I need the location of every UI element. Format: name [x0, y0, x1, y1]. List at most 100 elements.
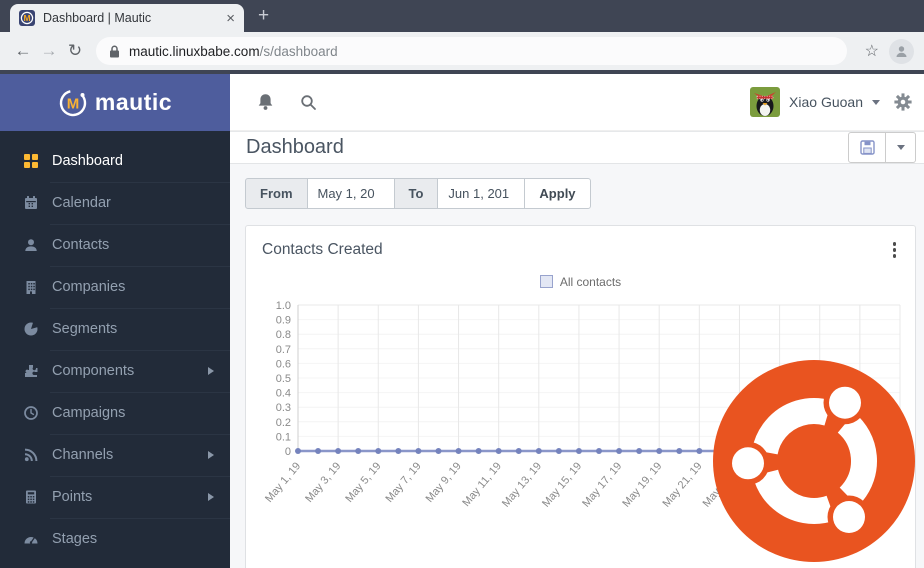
back-icon[interactable]: ← — [10, 41, 36, 61]
svg-text:May 21, 19: May 21, 19 — [660, 460, 704, 509]
sidebar-item-label: Contacts — [52, 237, 110, 253]
search-icon[interactable] — [300, 94, 317, 111]
svg-text:M: M — [67, 95, 80, 112]
svg-text:0: 0 — [285, 446, 291, 458]
save-floppy-icon — [859, 140, 875, 155]
svg-text:May 9, 19: May 9, 19 — [424, 460, 464, 505]
svg-text:May 7, 19: May 7, 19 — [383, 460, 423, 505]
date-to-input[interactable] — [437, 178, 526, 209]
calendar-icon — [24, 195, 40, 211]
user-name: Xiao Guoan — [789, 94, 863, 110]
sidebar-item-segments[interactable]: Segments — [0, 308, 230, 350]
submenu-chevron-icon — [208, 493, 214, 501]
sidebar-item-stages[interactable]: Stages — [0, 518, 230, 560]
date-range-filter: From To Apply — [245, 178, 591, 209]
chevron-down-icon — [896, 145, 905, 150]
svg-text:0.6: 0.6 — [276, 358, 291, 370]
svg-text:May 1, 19: May 1, 19 — [263, 460, 303, 505]
clock-icon — [24, 405, 40, 421]
sidebar-item-companies[interactable]: Companies — [0, 266, 230, 308]
sidebar-item-label: Campaigns — [52, 405, 126, 421]
sidebar-item-label: Points — [52, 489, 93, 505]
browser-profile-icon[interactable] — [889, 38, 914, 64]
svg-text:0.8: 0.8 — [276, 329, 291, 341]
sidebar-item-label: Components — [52, 363, 135, 379]
legend-swatch — [539, 275, 553, 288]
chevron-down-icon — [872, 99, 880, 105]
close-tab-icon[interactable]: × — [226, 10, 235, 27]
browser-tab[interactable]: M Dashboard | Mautic × — [10, 4, 244, 32]
settings-gear-icon[interactable] — [894, 93, 912, 111]
from-label: From — [245, 178, 308, 209]
svg-text:1.0: 1.0 — [276, 300, 291, 312]
save-dropdown-button[interactable] — [886, 132, 916, 163]
save-dashboard-button[interactable] — [848, 132, 886, 163]
sidebar-item-components[interactable]: Components — [0, 350, 230, 392]
date-from-input[interactable] — [306, 178, 395, 209]
mautic-favicon-icon: M — [19, 10, 35, 26]
page-title: Dashboard — [246, 136, 344, 158]
svg-text:May 11, 19: May 11, 19 — [460, 460, 504, 509]
svg-text:0.2: 0.2 — [276, 416, 291, 428]
svg-text:0.7: 0.7 — [276, 343, 291, 355]
svg-text:M: M — [23, 13, 30, 23]
user-avatar — [750, 87, 781, 117]
sidebar-item-dashboard[interactable]: Dashboard — [0, 140, 230, 182]
sidebar: Dashboard Calendar Contacts Companies Se… — [0, 131, 230, 568]
sidebar-item-calendar[interactable]: Calendar — [0, 182, 230, 224]
to-label: To — [393, 178, 439, 209]
sidebar-item-label: Stages — [52, 531, 98, 547]
calculator-icon — [24, 489, 40, 505]
svg-text:0.1: 0.1 — [276, 431, 291, 443]
chart-legend[interactable]: All contacts — [246, 275, 915, 289]
sidebar-item-label: Segments — [52, 321, 118, 337]
svg-text:May 19, 19: May 19, 19 — [620, 460, 664, 509]
svg-text:0.5: 0.5 — [276, 373, 291, 385]
url-path: /s/dashboard — [259, 43, 338, 59]
apply-button[interactable]: Apply — [524, 178, 591, 209]
app-header: M mautic Xiao Guoan — [0, 74, 924, 131]
url-host: mautic.linuxbabe.com — [129, 43, 260, 59]
browser-tabstrip: M Dashboard | Mautic × + — [0, 0, 924, 32]
lock-icon — [109, 45, 120, 58]
sidebar-item-channels[interactable]: Channels — [0, 434, 230, 476]
pie-chart-icon — [24, 321, 40, 337]
sidebar-item-label: Calendar — [52, 195, 111, 211]
sidebar-item-label: Dashboard — [52, 153, 123, 169]
browser-toolbar: ← → ↻ mautic.linuxbabe.com/s/dashboard ☆ — [0, 32, 924, 70]
tab-title: Dashboard | Mautic — [43, 11, 152, 25]
notifications-bell-icon[interactable] — [257, 93, 274, 111]
bookmark-star-icon[interactable]: ☆ — [865, 41, 879, 61]
gauge-icon — [24, 531, 40, 547]
new-tab-button[interactable]: + — [258, 5, 269, 27]
user-menu[interactable]: Xiao Guoan — [750, 87, 880, 117]
sidebar-item-campaigns[interactable]: Campaigns — [0, 392, 230, 434]
brand-wordmark: mautic — [94, 89, 173, 115]
mautic-logo[interactable]: M mautic — [0, 74, 230, 131]
ubuntu-logo — [712, 359, 916, 563]
sidebar-item-points[interactable]: Points — [0, 476, 230, 518]
panel-menu-kebab-icon[interactable] — [888, 239, 902, 261]
forward-icon[interactable]: → — [36, 41, 62, 61]
svg-text:May 17, 19: May 17, 19 — [580, 460, 624, 509]
svg-text:May 3, 19: May 3, 19 — [303, 460, 343, 505]
puzzle-icon — [24, 363, 40, 379]
svg-text:May 15, 19: May 15, 19 — [540, 460, 584, 509]
reload-icon[interactable]: ↻ — [62, 41, 88, 61]
sidebar-item-label: Channels — [52, 447, 114, 463]
sidebar-item-label: Companies — [52, 279, 126, 295]
rss-icon — [24, 447, 40, 463]
panel-title: Contacts Created — [262, 240, 383, 258]
building-icon — [24, 279, 40, 295]
svg-text:0.9: 0.9 — [276, 314, 291, 326]
svg-text:May 13, 19: May 13, 19 — [500, 460, 544, 509]
url-bar[interactable]: mautic.linuxbabe.com/s/dashboard — [96, 37, 847, 65]
page-toolbar: Dashboard — [230, 132, 924, 164]
svg-text:0.4: 0.4 — [276, 387, 291, 399]
legend-label: All contacts — [559, 274, 622, 289]
svg-text:May 5, 19: May 5, 19 — [343, 460, 383, 505]
submenu-chevron-icon — [208, 367, 214, 375]
dashboard-grid-icon — [24, 153, 40, 169]
sidebar-item-contacts[interactable]: Contacts — [0, 224, 230, 266]
svg-text:0.3: 0.3 — [276, 402, 291, 414]
